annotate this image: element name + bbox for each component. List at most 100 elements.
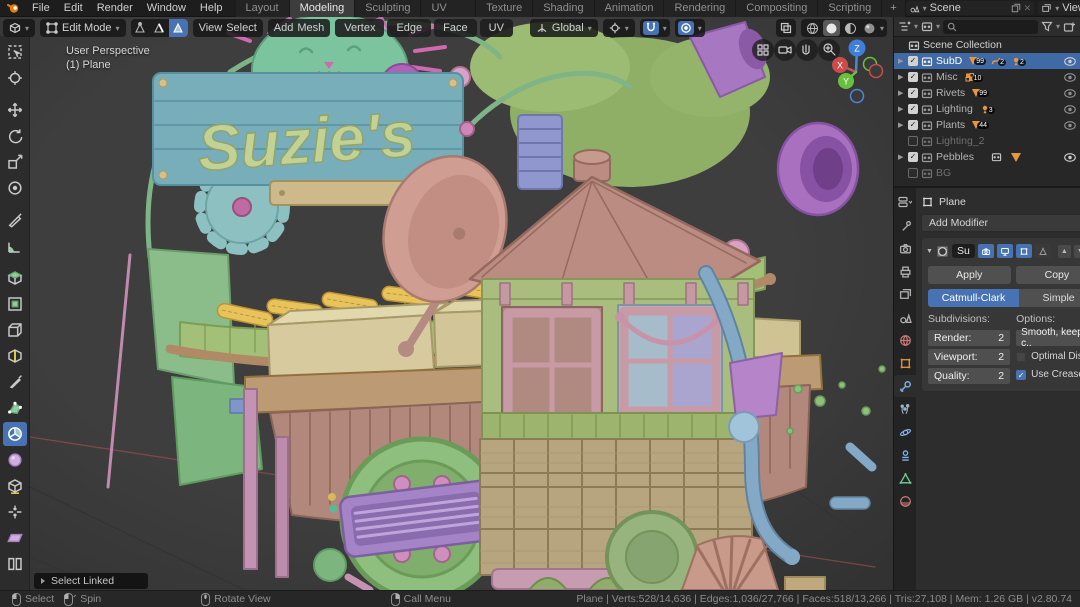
face-menu-button[interactable]: Face	[434, 19, 477, 37]
tool-select-box[interactable]	[2, 40, 27, 64]
quality-field[interactable]: Quality: 2	[928, 368, 1011, 384]
tab-rendering[interactable]: Rendering	[664, 0, 737, 17]
menu-edit[interactable]: Edit	[57, 0, 90, 17]
tool-annotate[interactable]	[2, 208, 27, 232]
eye-icon[interactable]	[1064, 56, 1076, 66]
proportional-edit-icon[interactable]	[677, 21, 694, 35]
cage-toggle[interactable]	[1034, 244, 1051, 258]
eye-icon[interactable]	[1064, 88, 1076, 98]
checkbox-checked[interactable]: ✓	[1016, 369, 1027, 380]
tool-shrink-fatten[interactable]	[2, 500, 27, 524]
menu-select[interactable]: Select	[226, 22, 257, 34]
expand-icon[interactable]: ▶	[898, 153, 905, 161]
expand-icon[interactable]: ▶	[898, 57, 905, 65]
vertex-menu-button[interactable]: Vertex	[335, 19, 385, 37]
scene-selector[interactable]: ▾ Scene ✕	[905, 1, 1035, 15]
display-mode-icon[interactable]	[898, 21, 911, 32]
search-input[interactable]	[960, 20, 1034, 33]
tab-physics[interactable]	[894, 421, 916, 443]
menu-file[interactable]: File	[25, 0, 57, 17]
uv-smooth-dropdown[interactable]: Smooth, keep c.. ▾	[1016, 327, 1080, 349]
tab-view-layer[interactable]	[894, 283, 916, 305]
tab-animation[interactable]: Animation	[594, 0, 665, 17]
render-visibility-toggle[interactable]	[977, 244, 994, 258]
tool-bevel[interactable]	[2, 318, 27, 342]
filter-funnel-icon[interactable]	[1041, 21, 1053, 32]
tab-tool[interactable]	[894, 214, 916, 236]
tab-shading[interactable]: Shading	[533, 0, 595, 17]
tool-shear[interactable]	[2, 526, 27, 550]
snap-magnet-icon[interactable]	[642, 21, 659, 35]
tab-layout[interactable]: Layout	[235, 0, 290, 17]
view-layer-name[interactable]: View Layer	[1062, 2, 1080, 14]
outliner-row-lighting[interactable]: ▶ ✓ Lighting 3	[894, 101, 1080, 117]
viewport-subdivisions-field[interactable]: Viewport: 2	[928, 349, 1011, 365]
menu-mesh[interactable]: Mesh	[297, 22, 324, 34]
editor-type-button[interactable]	[894, 191, 916, 213]
new-scene-icon[interactable]	[1011, 3, 1021, 13]
menu-help[interactable]: Help	[193, 0, 230, 17]
expand-icon[interactable]: ▶	[898, 89, 905, 97]
realtime-visibility-toggle[interactable]	[996, 244, 1013, 258]
tool-move[interactable]	[2, 98, 27, 122]
use-creases-row[interactable]: ✓ Use Creases	[1016, 367, 1080, 382]
view-layer-selector[interactable]: ▾ View Layer ✕	[1038, 1, 1080, 15]
outliner-row-misc[interactable]: ▶ ✓ Misc 10	[894, 69, 1080, 85]
tab-particles[interactable]	[894, 398, 916, 420]
rendered-shading-icon[interactable]	[861, 20, 878, 36]
tool-rotate[interactable]	[2, 124, 27, 148]
vertex-select-icon[interactable]	[131, 19, 150, 37]
xray-toggle[interactable]	[775, 19, 796, 37]
pivot-point-button[interactable]: ▾	[602, 19, 635, 37]
tool-knife[interactable]	[2, 370, 27, 394]
checkbox-checked[interactable]: ✓	[908, 88, 918, 98]
filter-collection-icon[interactable]	[921, 21, 933, 32]
tool-poly-build[interactable]	[2, 396, 27, 420]
viewport-scene[interactable]: Suzie's Z X Y	[0, 17, 893, 590]
catmull-clark-button[interactable]: Catmull-Clark	[928, 289, 1020, 307]
checkbox-checked[interactable]: ✓	[908, 72, 918, 82]
checkbox-unchecked[interactable]	[908, 168, 918, 178]
tab-modeling[interactable]: Modeling	[289, 0, 356, 17]
checkbox-checked[interactable]: ✓	[908, 104, 918, 114]
tool-rip-region[interactable]	[2, 552, 27, 576]
wireframe-shading-icon[interactable]	[804, 20, 821, 36]
expand-icon[interactable]: ▶	[898, 105, 905, 113]
optimal-display-row[interactable]: Optimal Displ..	[1016, 349, 1080, 364]
menu-add[interactable]: Add	[274, 22, 294, 34]
tab-constraints[interactable]	[894, 444, 916, 466]
eye-icon[interactable]	[1064, 120, 1076, 130]
scene-collection-row[interactable]: Scene Collection	[894, 37, 1080, 53]
edge-select-icon[interactable]	[150, 19, 169, 37]
modifier-name-field[interactable]: Su	[951, 244, 975, 258]
new-collection-icon[interactable]	[1063, 21, 1076, 33]
menu-view[interactable]: View	[199, 22, 223, 34]
outliner-row-subd[interactable]: ▶ ✓ SubD 99 2 2	[894, 53, 1080, 69]
edge-menu-button[interactable]: Edge	[387, 19, 432, 37]
operator-panel-collapsed[interactable]: Select Linked	[34, 573, 148, 589]
checkbox-unchecked[interactable]	[908, 136, 918, 146]
tab-compositing[interactable]: Compositing	[736, 0, 819, 17]
tab-sculpting[interactable]: Sculpting	[355, 0, 422, 17]
blender-logo-icon[interactable]	[0, 2, 25, 14]
add-workspace-button[interactable]: +	[882, 0, 906, 17]
transform-orientation[interactable]: Global ▾	[529, 19, 598, 37]
tab-uv-editing[interactable]: UV Editing	[421, 0, 477, 31]
viewport-3d[interactable]: Suzie's Z X Y User Perspective (1) Plane…	[0, 17, 893, 590]
tab-object[interactable]	[894, 352, 916, 374]
tool-transform[interactable]	[2, 176, 27, 200]
uv-menu-button[interactable]: UV	[479, 19, 513, 37]
tool-spin[interactable]	[2, 422, 27, 446]
tool-loop-cut[interactable]	[2, 344, 27, 368]
tool-cursor[interactable]	[2, 66, 27, 90]
checkbox-checked[interactable]: ✓	[908, 120, 918, 130]
tab-scene[interactable]	[894, 306, 916, 328]
tab-scripting[interactable]: Scripting	[818, 0, 883, 17]
tool-scale[interactable]	[2, 150, 27, 174]
viewport-nav-buttons[interactable]	[752, 39, 840, 61]
expand-down-icon[interactable]: ▼	[926, 248, 933, 255]
edit-mode-toggle[interactable]	[1015, 244, 1032, 258]
move-modifier-down-button[interactable]: ▼	[1073, 244, 1080, 258]
tool-edge-slide[interactable]	[2, 474, 27, 498]
object-name[interactable]: Plane	[939, 196, 966, 208]
